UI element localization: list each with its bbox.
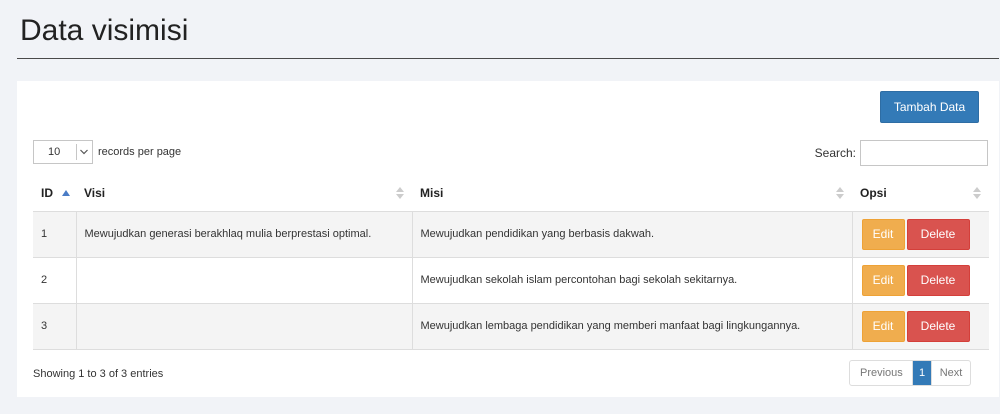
sort-both-icon (973, 187, 981, 199)
data-table: ID Visi Misi Opsi 1 Mewujudkan generasi … (33, 175, 989, 350)
page-title: Data visimisi (20, 14, 189, 47)
sort-both-icon (836, 187, 844, 199)
table-row: 2 Mewujudkan sekolah islam percontohan b… (33, 256, 989, 303)
column-header-id-label: ID (41, 185, 53, 200)
cell-visi (76, 256, 413, 303)
table-row: 3 Mewujudkan lembaga pendidikan yang mem… (33, 302, 989, 350)
table-row: 1 Mewujudkan generasi berakhlaq mulia be… (33, 210, 989, 257)
delete-button[interactable]: Delete (906, 310, 970, 342)
page-length-value: 10 (48, 146, 61, 158)
sort-ascending-icon (62, 189, 71, 196)
pagination-next[interactable]: Next (931, 361, 970, 385)
add-data-button[interactable]: Tambah Data (880, 91, 979, 123)
delete-button[interactable]: Delete (906, 264, 970, 296)
page-length-label: records per page (98, 146, 182, 158)
column-header-visi[interactable]: Visi (76, 175, 412, 212)
edit-button[interactable]: Edit (861, 264, 905, 296)
sort-both-icon (396, 187, 404, 199)
cell-misi: Mewujudkan sekolah islam percontohan bag… (412, 256, 853, 303)
cell-opsi: Edit Delete (852, 302, 989, 350)
search-label: Search: (814, 146, 856, 160)
content-panel: Tambah Data 10 records per page Search: … (17, 81, 999, 397)
cell-id: 2 (33, 256, 77, 303)
table-info: Showing 1 to 3 of 3 entries (33, 368, 164, 380)
column-header-opsi-label: Opsi (860, 185, 887, 200)
pagination-page-current[interactable]: 1 (913, 361, 931, 385)
search-input[interactable] (860, 140, 988, 166)
pagination-previous[interactable]: Previous (850, 361, 913, 385)
cell-opsi: Edit Delete (852, 210, 989, 257)
search-control: Search: (815, 140, 988, 166)
cell-misi: Mewujudkan pendidikan yang berbasis dakw… (412, 210, 853, 257)
edit-button[interactable]: Edit (861, 310, 905, 342)
edit-button[interactable]: Edit (861, 218, 905, 250)
title-divider (17, 58, 999, 59)
chevron-down-icon (76, 144, 90, 160)
delete-button[interactable]: Delete (906, 218, 970, 250)
cell-visi (76, 302, 413, 350)
cell-visi: Mewujudkan generasi berakhlaq mulia berp… (76, 210, 413, 257)
pagination: Previous 1 Next (849, 360, 971, 386)
cell-id: 3 (33, 302, 77, 350)
column-header-misi-label: Misi (420, 185, 444, 200)
cell-id: 1 (33, 210, 77, 257)
cell-misi: Mewujudkan lembaga pendidikan yang membe… (412, 302, 853, 350)
column-header-opsi[interactable]: Opsi (852, 175, 989, 212)
page-length-select[interactable]: 10 (33, 140, 93, 164)
column-header-visi-label: Visi (84, 185, 106, 200)
page-length-control: 10 records per page (33, 140, 181, 164)
column-header-misi[interactable]: Misi (412, 175, 852, 212)
table-header-row: ID Visi Misi Opsi (33, 175, 989, 212)
cell-opsi: Edit Delete (852, 256, 989, 303)
column-header-id[interactable]: ID (33, 175, 76, 212)
